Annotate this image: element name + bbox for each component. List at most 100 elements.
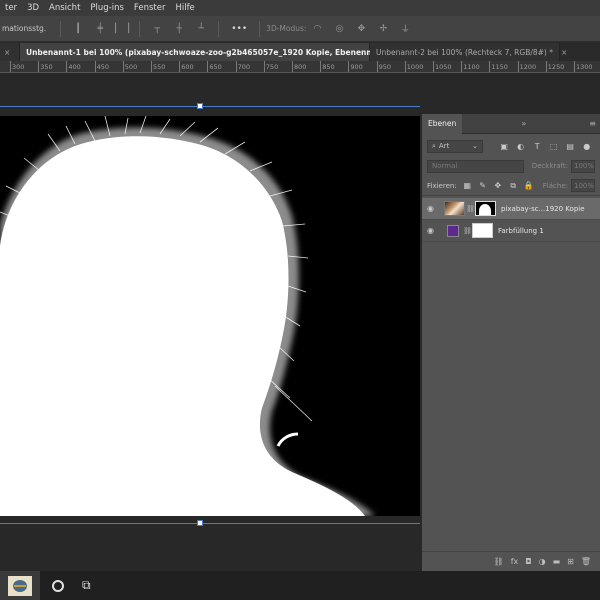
align-bottom-icon[interactable]: ┴ [195, 23, 207, 35]
visibility-eye-icon[interactable]: ◉ [427, 226, 439, 235]
ruler-tick-line [545, 61, 547, 72]
tab-document-2[interactable]: Unbenannt-2 bei 100% (Rechteck 7, RGB/8#… [370, 43, 567, 61]
tab-document-1[interactable]: Unbenannt-1 bei 100% (pixabay-schwoaze-z… [20, 43, 426, 61]
layer-filter-select[interactable]: ⌕ Art ⌄ [427, 139, 483, 153]
transform-handle-bottom[interactable] [197, 520, 203, 526]
filter-type-icon[interactable]: T [532, 141, 543, 152]
ruler-tick-label: 1250 [547, 63, 565, 71]
panel-menu-icon[interactable]: ≡ [589, 119, 600, 128]
layers-panel-footer: ⛓ fx ◘ ◑ ▬ ⊞ 🗑 [422, 551, 600, 571]
layer-thumbnail[interactable] [444, 201, 465, 216]
ruler-tick-line [38, 61, 40, 72]
layer-row-color-fill[interactable]: ◉ ⛓ Farbfüllung 1 [422, 220, 600, 242]
lock-artboard-icon[interactable]: ⧉ [509, 180, 518, 191]
mask-link-icon[interactable]: ⛓ [466, 205, 475, 213]
guide-line-top[interactable] [0, 106, 420, 107]
ruler-tick-label: 500 [124, 63, 138, 71]
menu-item-plugins[interactable]: Plug-ins [85, 3, 129, 13]
close-icon[interactable]: × [561, 48, 567, 57]
guide-line-bottom[interactable] [0, 523, 420, 524]
lock-position-icon[interactable]: ✥ [493, 180, 502, 191]
search-icon[interactable] [52, 579, 64, 592]
layer-name[interactable]: pixabay-sc...1920 Kopie [501, 205, 585, 213]
ruler-tick-label: 550 [153, 63, 166, 71]
align-center-icon[interactable]: ╪ [94, 23, 106, 35]
3d-roll-icon[interactable]: ◎ [333, 23, 345, 35]
visibility-eye-icon[interactable]: ◉ [427, 204, 439, 213]
filter-adjustment-icon[interactable]: ◐ [515, 141, 526, 152]
collapse-icon[interactable]: » [521, 119, 530, 128]
ruler-tick-label: 900 [350, 63, 363, 71]
lock-transparent-icon[interactable]: ▦ [463, 180, 472, 191]
close-icon[interactable]: × [4, 48, 10, 57]
layers-panel-header: Ebenen » ≡ [422, 113, 600, 134]
menu-item-3d[interactable]: 3D [22, 3, 44, 13]
menu-item-view[interactable]: Ansicht [44, 3, 85, 13]
canvas-area[interactable] [0, 74, 420, 571]
layer-mask-thumbnail[interactable] [472, 223, 493, 238]
mask-link-icon[interactable]: ⛓ [463, 227, 472, 235]
app-icon[interactable] [0, 571, 40, 600]
3d-slide-icon[interactable]: ✢ [377, 23, 389, 35]
fill-color-swatch[interactable] [447, 224, 459, 237]
new-adjustment-icon[interactable]: ◑ [539, 557, 546, 566]
delete-layer-icon[interactable]: 🗑 [581, 557, 591, 566]
app-logo-icon [8, 575, 32, 596]
3d-mode-label: 3D-Modus: [266, 24, 307, 33]
3d-scale-icon[interactable]: ⏚ [399, 23, 411, 35]
layers-panel: Ebenen » ≡ ⌕ Art ⌄ ▣ ◐ T ⬚ ▤ ● Normal De… [421, 113, 600, 571]
ruler-tick-label: 700 [237, 63, 251, 71]
menu-item-help[interactable]: Hilfe [170, 3, 199, 13]
ruler-tick-label: 1300 [576, 63, 593, 71]
filter-smartobject-icon[interactable]: ▤ [565, 141, 576, 152]
chevron-down-icon: ⌄ [472, 142, 478, 150]
opacity-field[interactable]: 100% [571, 159, 595, 173]
new-group-icon[interactable]: ▬ [553, 557, 561, 566]
menu-item-window[interactable]: Fenster [129, 3, 171, 13]
ruler-tick-label: 400 [68, 63, 81, 71]
fill-field[interactable]: 100% [571, 179, 595, 192]
3d-pan-icon[interactable]: ✥ [355, 23, 367, 35]
more-options-icon[interactable]: ••• [230, 23, 248, 35]
ruler-tick-line [292, 61, 293, 72]
add-mask-icon[interactable]: ◘ [525, 557, 531, 566]
layer-row-photo[interactable]: ◉ ⛓ pixabay-sc...1920 Kopie [422, 198, 600, 220]
task-view-icon[interactable]: ⧉ [82, 578, 91, 593]
tab-layers[interactable]: Ebenen [422, 113, 463, 134]
transform-controls-label[interactable]: mationsstg. [2, 24, 46, 33]
lock-all-icon[interactable]: 🔒 [524, 180, 534, 191]
layer-mask-thumbnail[interactable] [475, 201, 496, 216]
options-bar: mationsstg. ▕▏ ╪ ▏▕ ┬ ┼ ┴ ••• 3D-Modus: … [0, 16, 600, 42]
ruler-tick-line [10, 61, 11, 72]
transform-handle-top[interactable] [197, 103, 203, 109]
3d-orbit-icon[interactable]: ◠ [311, 23, 323, 35]
filter-shape-icon[interactable]: ⬚ [548, 141, 559, 152]
blend-mode-select[interactable]: Normal [427, 159, 524, 173]
ruler-tick-label: 300 [12, 63, 25, 71]
align-top-icon[interactable]: ┬ [151, 23, 163, 35]
new-layer-icon[interactable]: ⊞ [567, 557, 574, 566]
align-right-icon[interactable]: ▏▕ [115, 23, 129, 35]
ruler-tick-label: 1200 [519, 63, 537, 71]
fill-label: Fläche: [542, 181, 568, 190]
ruler-tick-line [122, 61, 124, 72]
fill-value: 100% [574, 181, 595, 190]
ruler-tick-label: 950 [378, 63, 392, 71]
menu-item-filter[interactable]: ter [0, 3, 22, 13]
horizontal-ruler[interactable]: 300 350 400 450 500 550 600 650 700 750 800 850 900 9… [0, 61, 600, 73]
tab-partial-left[interactable]: × [0, 43, 20, 61]
ruler-tick-label: 750 [265, 63, 279, 71]
layer-mask-canvas[interactable] [0, 116, 420, 516]
ruler-tick-label: 600 [181, 63, 194, 71]
layer-style-icon[interactable]: fx [511, 557, 519, 566]
align-middle-icon[interactable]: ┼ [173, 23, 185, 35]
layer-name[interactable]: Farbfüllung 1 [498, 227, 544, 235]
link-layers-icon[interactable]: ⛓ [494, 557, 504, 566]
divider [139, 20, 141, 37]
filter-pixel-icon[interactable]: ▣ [499, 141, 510, 152]
lock-image-icon[interactable]: ✎ [478, 180, 487, 191]
ruler-tick-label: 350 [40, 63, 53, 71]
menu-bar: ter 3D Ansicht Plug-ins Fenster Hilfe [0, 0, 600, 16]
align-left-icon[interactable]: ▕▏ [71, 23, 85, 35]
filter-toggle-icon[interactable]: ● [581, 141, 592, 152]
